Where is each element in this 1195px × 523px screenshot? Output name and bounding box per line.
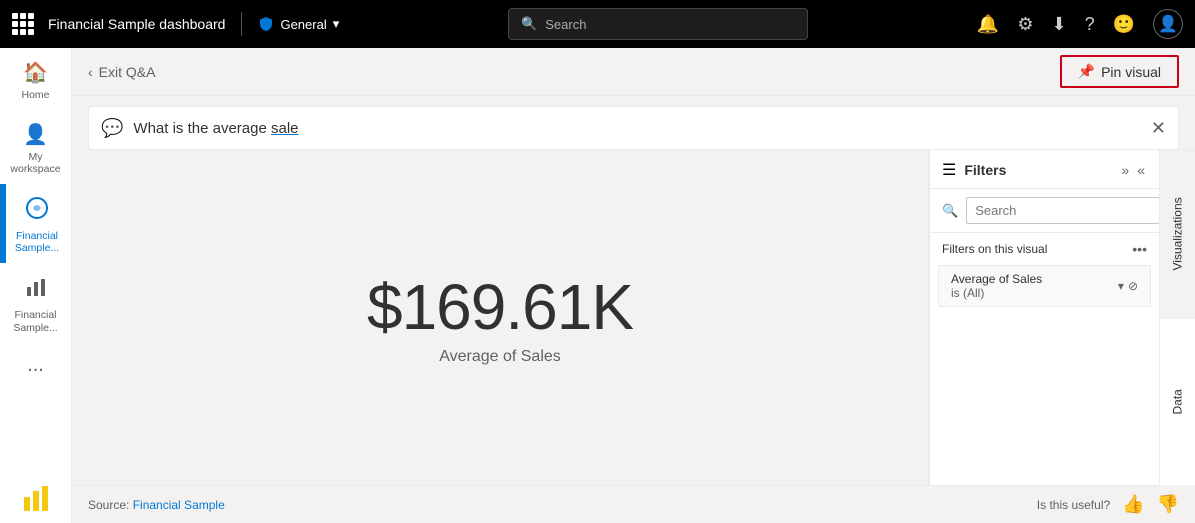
source-info: Source: Financial Sample — [88, 498, 225, 512]
sidebar-item-financial-sample-2[interactable]: Financial Sample... — [0, 263, 71, 342]
filter-item-value: is (All) — [951, 286, 1042, 300]
profile-avatar[interactable]: 👤 — [1153, 9, 1183, 39]
workspace-icon: 👤 — [23, 122, 48, 147]
filter-lines-icon: ☰ — [942, 160, 956, 180]
sidebar-more-button[interactable]: ... — [27, 342, 44, 389]
visual-value: $169.61K — [367, 270, 633, 344]
filters-on-visual-row: Filters on this visual ••• — [930, 233, 1159, 261]
filters-title-row: ☰ Filters — [942, 160, 1006, 180]
qna-input-bar: 💬 What is the average sale ✕ — [88, 106, 1179, 150]
thumbs-down-icon[interactable]: 👎 — [1157, 494, 1179, 515]
filters-panel: ☰ Filters » « 🔍 Filters on this visual •… — [929, 150, 1159, 485]
filters-expand-button[interactable]: » — [1119, 160, 1131, 180]
filters-on-visual-label: Filters on this visual — [942, 242, 1047, 256]
sidebar-item-workspace[interactable]: 👤 My workspace — [0, 110, 71, 184]
general-badge[interactable]: General ▾ — [258, 16, 339, 32]
global-search-box[interactable]: 🔍 Search — [508, 8, 808, 40]
search-icon: 🔍 — [521, 16, 537, 32]
sidebar: 🏠 Home 👤 My workspace Financial Sample..… — [0, 48, 72, 523]
notifications-icon[interactable]: 🔔 — [977, 14, 999, 35]
topbar-search-area: 🔍 Search — [349, 8, 967, 40]
visual-label: Average of Sales — [439, 348, 561, 366]
qna-input-display[interactable]: What is the average sale — [133, 120, 1140, 137]
pin-visual-button[interactable]: 📌 Pin visual — [1060, 55, 1179, 88]
filters-title: Filters — [964, 162, 1006, 178]
tab-visualizations[interactable]: Visualizations — [1160, 150, 1195, 318]
sidebar-financial-sample-1-label: Financial Sample... — [7, 230, 67, 255]
content-area: ‹ Exit Q&A 📌 Pin visual 💬 What is the av… — [72, 48, 1195, 523]
shield-icon — [258, 16, 274, 32]
right-panel-tabs: Visualizations Data — [1159, 150, 1195, 485]
filters-collapse-button[interactable]: « — [1135, 160, 1147, 180]
sidebar-workspace-label: My workspace — [4, 151, 67, 176]
help-icon[interactable]: ? — [1085, 14, 1095, 35]
filters-more-button[interactable]: ••• — [1132, 241, 1147, 257]
source-prefix: Source: — [88, 498, 133, 512]
tab-data[interactable]: Data — [1160, 318, 1195, 486]
qna-input-text-plain: What is the average — [133, 120, 271, 137]
topbar-icon-group: 🔔 ⚙ ⬇ ? 🙂 👤 — [977, 9, 1183, 39]
filter-item-clear-icon[interactable]: ⊘ — [1128, 279, 1138, 293]
search-placeholder: Search — [545, 17, 586, 32]
sidebar-financial-sample-2-label: Financial Sample... — [4, 309, 67, 334]
qna-input-wrapper: 💬 What is the average sale ✕ — [72, 96, 1195, 150]
sidebar-home-label: Home — [21, 89, 49, 102]
download-icon[interactable]: ⬇ — [1051, 14, 1066, 35]
app-title: Financial Sample dashboard — [48, 16, 225, 32]
thumbs-up-icon[interactable]: 👍 — [1122, 494, 1144, 515]
qna-visual-area: $169.61K Average of Sales ☰ Filters » « — [72, 150, 1195, 485]
settings-icon[interactable]: ⚙ — [1017, 14, 1033, 35]
bar-chart-icon — [24, 275, 48, 305]
financial-sample-1-icon — [25, 196, 49, 226]
profile-icon: 👤 — [1158, 14, 1178, 34]
filters-search-row: 🔍 — [930, 189, 1159, 233]
filter-item: Average of Sales is (All) ▾ ⊘ — [938, 265, 1151, 307]
feedback-icon[interactable]: 🙂 — [1113, 14, 1135, 35]
filter-item-name: Average of Sales — [951, 272, 1042, 286]
pin-visual-label: Pin visual — [1101, 64, 1161, 80]
exit-qna-button[interactable]: ‹ Exit Q&A — [88, 64, 155, 80]
home-icon: 🏠 — [23, 60, 48, 85]
topbar-divider — [241, 12, 242, 36]
powerbi-logo[interactable] — [20, 483, 52, 515]
sidebar-item-financial-sample-1[interactable]: Financial Sample... — [0, 184, 71, 263]
sidebar-item-home[interactable]: 🏠 Home — [0, 48, 71, 110]
visualizations-tab-label: Visualizations — [1171, 198, 1185, 271]
filters-header: ☰ Filters » « — [930, 150, 1159, 189]
filter-item-content: Average of Sales is (All) — [951, 272, 1042, 300]
qna-input-text-underlined: sale — [271, 120, 299, 137]
qna-header: ‹ Exit Q&A 📌 Pin visual — [72, 48, 1195, 96]
source-footer: Source: Financial Sample Is this useful?… — [72, 485, 1195, 523]
useful-row: Is this useful? 👍 👎 — [1037, 494, 1179, 515]
filter-item-expand-icon[interactable]: ▾ — [1118, 279, 1124, 293]
filters-search-input[interactable] — [966, 197, 1160, 224]
useful-question-label: Is this useful? — [1037, 498, 1110, 512]
pin-icon: 📌 — [1078, 63, 1095, 80]
source-link[interactable]: Financial Sample — [133, 498, 225, 512]
filters-search-icon: 🔍 — [942, 203, 958, 219]
data-tab-label: Data — [1171, 389, 1185, 414]
more-icon: ... — [27, 354, 44, 376]
topbar: Financial Sample dashboard General ▾ 🔍 S… — [0, 0, 1195, 48]
back-chevron-icon: ‹ — [88, 64, 93, 80]
filter-item-actions: ▾ ⊘ — [1118, 279, 1138, 293]
chat-icon: 💬 — [101, 118, 123, 139]
app-launcher-button[interactable] — [12, 13, 34, 35]
visual-display: $169.61K Average of Sales — [72, 150, 928, 485]
qna-clear-button[interactable]: ✕ — [1151, 118, 1166, 139]
chevron-down-icon: ▾ — [333, 16, 340, 32]
exit-qna-label: Exit Q&A — [99, 64, 156, 80]
main-layout: 🏠 Home 👤 My workspace Financial Sample..… — [0, 48, 1195, 523]
filters-chevrons: » « — [1119, 160, 1147, 180]
general-label: General — [280, 17, 326, 32]
